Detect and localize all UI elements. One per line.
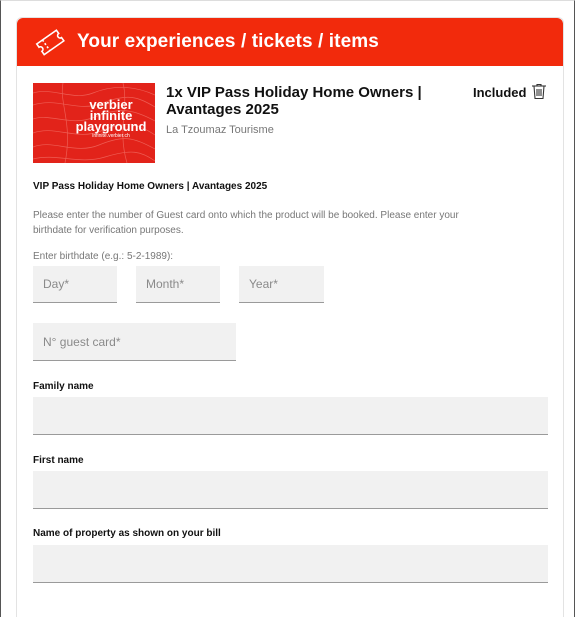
property-name-label: Name of property as shown on your bill xyxy=(33,528,221,539)
first-name-input[interactable] xyxy=(33,471,548,509)
product-title: 1x VIP Pass Holiday Home Owners | Avanta… xyxy=(166,84,422,118)
birth-day-input[interactable] xyxy=(33,266,117,303)
included-badge: Included xyxy=(473,85,527,100)
product-image: verbier infinite playground infinite.ver… xyxy=(33,83,155,163)
property-name-input[interactable] xyxy=(33,545,548,583)
image-word-playground: playground xyxy=(75,119,147,134)
family-name-input[interactable] xyxy=(33,397,548,435)
form-section-title: VIP Pass Holiday Home Owners | Avantages… xyxy=(33,181,268,192)
trash-icon[interactable] xyxy=(530,82,548,100)
family-name-label: Family name xyxy=(33,381,94,392)
birth-year-input[interactable] xyxy=(239,266,324,303)
ticket-icon xyxy=(33,28,67,56)
birth-month-input[interactable] xyxy=(136,266,220,303)
card-header: Your experiences / tickets / items xyxy=(17,18,563,66)
form-help-text: Please enter the number of Guest card on… xyxy=(33,210,459,236)
page-frame: Your experiences / tickets / items verbi… xyxy=(0,0,575,617)
experiences-card: Your experiences / tickets / items verbi… xyxy=(16,17,564,617)
guest-card-input[interactable] xyxy=(33,323,236,361)
card-title: Your experiences / tickets / items xyxy=(77,31,379,52)
birthdate-label: Enter birthdate (e.g.: 5-2-1989): xyxy=(33,251,174,262)
product-vendor: La Tzoumaz Tourisme xyxy=(166,124,274,136)
first-name-label: First name xyxy=(33,455,84,466)
